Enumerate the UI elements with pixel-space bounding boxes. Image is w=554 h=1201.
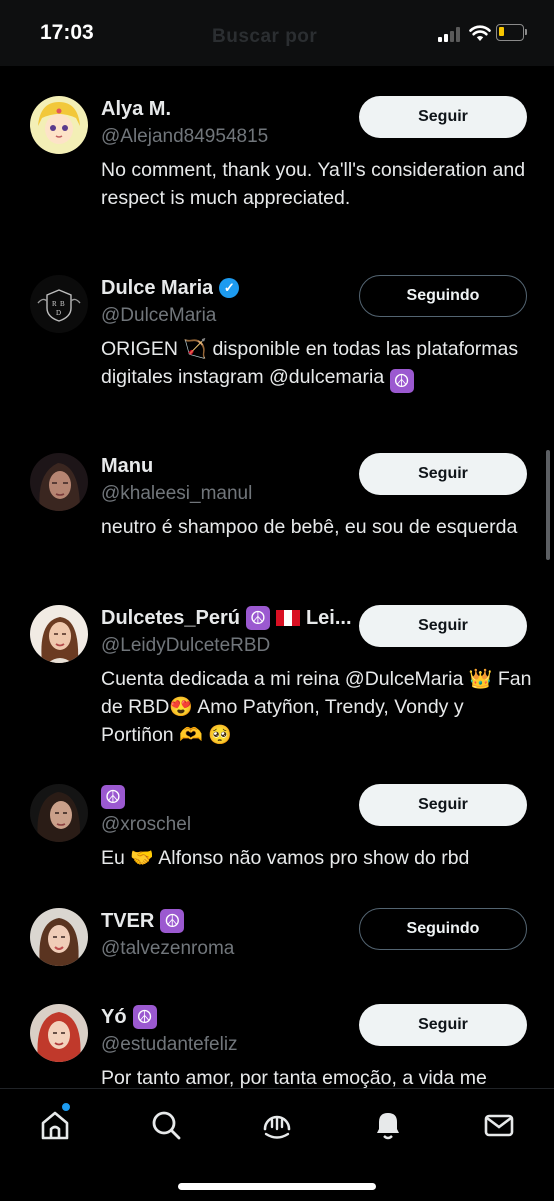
home-icon[interactable]: [37, 1107, 73, 1143]
status-bar: 17:03 Buscar por: [0, 0, 554, 66]
peru-flag-emoji: [275, 610, 300, 626]
user-bio: No comment, thank you. Ya'll's considera…: [101, 159, 526, 209]
user-handle[interactable]: @khaleesi_manul: [101, 483, 252, 505]
header-title-ghost: Buscar por: [212, 26, 318, 47]
user-handle[interactable]: @LeidyDulceteRBD: [101, 635, 270, 657]
user-name[interactable]: Dulce Maria: [101, 277, 213, 300]
svg-text:D: D: [56, 309, 61, 317]
avatar[interactable]: [30, 453, 88, 511]
user-handle[interactable]: @talvezenroma: [101, 938, 234, 960]
peace-symbol-emoji: ☮: [389, 369, 414, 393]
bow-and-arrow-emoji: 🏹: [183, 339, 208, 360]
user-handle[interactable]: @Alejand84954815: [101, 126, 268, 148]
home-unread-dot: [61, 1102, 71, 1112]
user-name[interactable]: Dulcetes_Perú: [101, 607, 240, 630]
avatar[interactable]: [30, 908, 88, 966]
user-row[interactable]: R B D Dulce Maria ✓ @DulceMaria ORIGEN 🏹…: [0, 275, 554, 425]
wifi-icon: [469, 25, 491, 41]
heart-eyes-emoji: 😍: [169, 697, 193, 718]
user-list[interactable]: Alya M. @Alejand84954815 No comment, tha…: [0, 66, 554, 1088]
peace-symbol-emoji: ☮: [132, 1005, 157, 1029]
user-name[interactable]: Manu: [101, 455, 153, 478]
avatar[interactable]: R B D: [30, 275, 88, 333]
home-indicator[interactable]: [178, 1183, 376, 1190]
battery-low-icon: [496, 24, 527, 41]
handshake-emoji: 🤝: [130, 848, 154, 869]
svg-text:R: R: [52, 300, 57, 308]
user-bio: Por tanto amor, por tanta emoção, a vida…: [101, 1067, 487, 1088]
crown-emoji: 👑: [468, 669, 493, 690]
scrollbar[interactable]: [546, 450, 550, 560]
user-name[interactable]: Alya M.: [101, 98, 171, 121]
svg-text:B: B: [60, 300, 65, 308]
user-bio: Cuenta dedicada a mi reina @DulceMaria 👑…: [101, 668, 532, 746]
user-bio: ORIGEN 🏹 disponible en todas las platafo…: [101, 338, 519, 393]
follow-button[interactable]: Seguir: [359, 784, 527, 826]
user-name-suffix: Lei...: [305, 606, 352, 629]
avatar[interactable]: [30, 605, 88, 663]
status-time: 17:03: [40, 21, 94, 44]
spaces-icon[interactable]: [259, 1107, 295, 1143]
following-button[interactable]: Seguindo: [359, 275, 527, 317]
peace-symbol-emoji[interactable]: ☮: [101, 785, 125, 809]
avatar[interactable]: [30, 96, 88, 154]
user-row[interactable]: TVER ☮ @talvezenroma Seguindo: [0, 908, 554, 988]
verified-badge-icon: ✓: [219, 278, 240, 298]
user-handle[interactable]: @DulceMaria: [101, 305, 216, 327]
follow-button[interactable]: Seguir: [359, 605, 527, 647]
user-name[interactable]: Yó: [101, 1006, 127, 1029]
following-button[interactable]: Seguindo: [359, 908, 527, 950]
search-icon[interactable]: [148, 1107, 184, 1143]
cellular-signal-icon: [438, 26, 462, 42]
user-row[interactable]: Manu @khaleesi_manul neutro é shampoo de…: [0, 453, 554, 583]
follow-button[interactable]: Seguir: [359, 453, 527, 495]
user-handle[interactable]: @estudantefeliz: [101, 1034, 238, 1056]
user-row[interactable]: Dulcetes_Perú ☮ Lei... @LeidyDulceteRBD …: [0, 605, 554, 775]
envelope-icon[interactable]: [481, 1107, 517, 1143]
user-handle[interactable]: @xroschel: [101, 814, 191, 836]
bell-icon[interactable]: [370, 1107, 406, 1143]
follow-button[interactable]: Seguir: [359, 96, 527, 138]
user-row[interactable]: ☮ @xroschel Eu 🤝 Alfonso não vamos pro s…: [0, 784, 554, 894]
avatar[interactable]: [30, 784, 88, 842]
user-bio: neutro é shampoo de bebê, eu sou de esqu…: [101, 516, 518, 538]
pleading-face-emoji: 🥺: [208, 725, 232, 746]
user-row[interactable]: Alya M. @Alejand84954815 No comment, tha…: [0, 96, 554, 246]
user-name[interactable]: TVER: [101, 910, 154, 933]
heart-hands-emoji: 🫶: [179, 725, 203, 746]
user-row[interactable]: Yó ☮ @estudantefeliz Por tanto amor, por…: [0, 1004, 554, 1088]
peace-symbol-emoji: ☮: [245, 606, 270, 630]
avatar[interactable]: [30, 1004, 88, 1062]
follow-button[interactable]: Seguir: [359, 1004, 527, 1046]
user-bio: Eu 🤝 Alfonso não vamos pro show do rbd: [101, 847, 470, 869]
peace-symbol-emoji: ☮: [160, 909, 185, 933]
